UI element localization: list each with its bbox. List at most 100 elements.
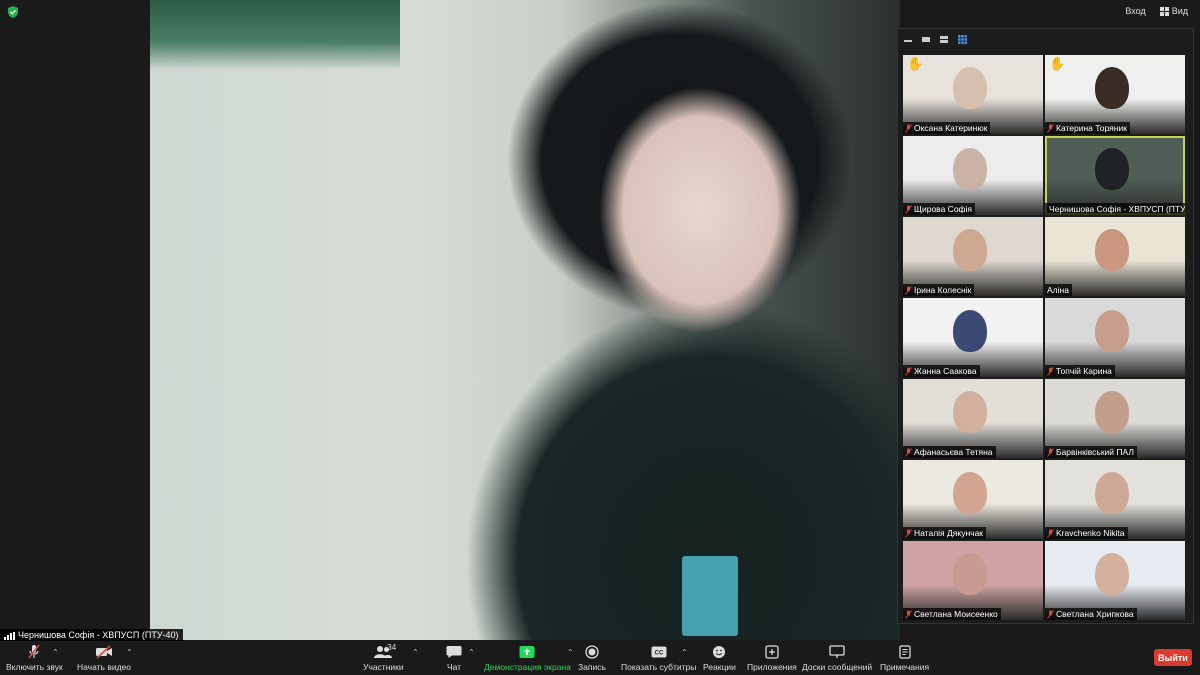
participant-name-label: Ірина Колеснік bbox=[903, 284, 975, 296]
participants-options-caret-icon[interactable]: ⌃ bbox=[412, 648, 419, 657]
participant-tile[interactable]: ✋ Катерина Торяник bbox=[1045, 55, 1185, 134]
participant-name-label: Наталія Дякунчак bbox=[903, 527, 987, 539]
chat-options-caret-icon[interactable]: ⌃ bbox=[468, 648, 475, 657]
notes-button[interactable]: Примечания bbox=[880, 644, 929, 672]
participant-video-face bbox=[1095, 148, 1129, 190]
participant-tile[interactable]: Барвінківський ПАЛ bbox=[1045, 379, 1185, 458]
muted-mic-icon bbox=[1047, 447, 1054, 457]
whiteboards-button[interactable]: Доски сообщений bbox=[802, 644, 872, 672]
chat-label: Чат bbox=[446, 662, 462, 672]
participant-tile[interactable]: Ірина Колеснік bbox=[903, 217, 1043, 296]
security-shield-icon[interactable] bbox=[6, 5, 20, 19]
participant-tile[interactable]: Топчій Карина bbox=[1045, 298, 1185, 377]
signal-strength-icon bbox=[4, 631, 15, 640]
participant-video-face bbox=[1095, 229, 1129, 271]
participant-video-face bbox=[953, 67, 987, 109]
participant-name-label: Светлана Моисеенко bbox=[903, 608, 1001, 620]
participant-name: Жанна Саакова bbox=[914, 366, 977, 376]
muted-mic-icon bbox=[905, 123, 912, 133]
participant-name-label: Щирова Софія bbox=[903, 203, 976, 215]
muted-mic-icon bbox=[905, 447, 912, 457]
muted-mic-icon bbox=[905, 204, 912, 214]
signin-label: Вход bbox=[1125, 6, 1146, 16]
audio-options-caret-icon[interactable]: ⌃ bbox=[52, 648, 59, 657]
participant-name: Аліна bbox=[1047, 285, 1069, 295]
microphone-muted-icon bbox=[28, 644, 40, 659]
participant-video-face bbox=[953, 391, 987, 433]
participants-label: Участники bbox=[363, 662, 404, 672]
leave-meeting-button[interactable]: Выйти bbox=[1154, 649, 1192, 666]
view-button[interactable]: Вид bbox=[1159, 6, 1188, 16]
muted-mic-icon bbox=[905, 528, 912, 538]
participant-name: Наталія Дякунчак bbox=[914, 528, 984, 538]
participant-name: Ірина Колеснік bbox=[914, 285, 972, 295]
share-screen-icon bbox=[519, 646, 535, 658]
captions-options-caret-icon[interactable]: ⌃ bbox=[681, 648, 688, 657]
raised-hand-icon: ✋ bbox=[1049, 56, 1066, 71]
raised-hand-icon: ✋ bbox=[907, 56, 924, 71]
captions-label: Показать субтитры bbox=[621, 662, 697, 672]
apps-button[interactable]: Приложения bbox=[747, 644, 797, 672]
speaker-strip-icon[interactable] bbox=[922, 36, 930, 42]
muted-mic-icon bbox=[1047, 123, 1054, 133]
whiteboard-icon bbox=[829, 645, 845, 658]
participant-name: Барвінківський ПАЛ bbox=[1056, 447, 1134, 457]
notes-label: Примечания bbox=[880, 662, 930, 672]
signin-button[interactable]: Вход bbox=[1125, 6, 1145, 16]
record-button[interactable]: Запись bbox=[578, 644, 606, 672]
gallery-panel: ✋ Оксана Катеринюк ✋ Катерина Торяник Щирова… bbox=[897, 28, 1194, 624]
participant-tile[interactable]: Афанасьєва Тетяна bbox=[903, 379, 1043, 458]
unmute-label: Включить звук bbox=[6, 662, 63, 672]
start-video-button[interactable]: Начать видео bbox=[77, 644, 131, 672]
participant-name: Оксана Катеринюк bbox=[914, 123, 988, 133]
participants-button[interactable]: 34 Участники bbox=[363, 643, 404, 672]
participant-tile[interactable]: Светлана Хрипкова bbox=[1045, 541, 1185, 620]
view-label: Вид bbox=[1171, 6, 1188, 16]
participant-name-label: Аліна bbox=[1045, 284, 1072, 296]
participant-tile[interactable]: Чернишова Софія - ХВПУСП (ПТУ-... bbox=[1045, 136, 1185, 215]
video-options-caret-icon[interactable]: ⌃ bbox=[126, 648, 133, 657]
participant-tile[interactable]: Жанна Саакова bbox=[903, 298, 1043, 377]
participants-count: 34 bbox=[387, 643, 397, 652]
participant-video-face bbox=[1095, 67, 1129, 109]
active-speaker-video[interactable] bbox=[150, 0, 900, 640]
record-icon bbox=[585, 645, 599, 659]
participant-name-label: Kravchenko Nikita bbox=[1045, 527, 1128, 539]
reactions-button[interactable]: Реакции bbox=[703, 644, 736, 672]
participant-tile[interactable]: Светлана Моисеенко bbox=[903, 541, 1043, 620]
chat-button[interactable]: Чат bbox=[444, 644, 464, 672]
share-options-caret-icon[interactable]: ⌃ bbox=[567, 648, 574, 657]
muted-mic-icon bbox=[1047, 528, 1054, 538]
svg-text:CC: CC bbox=[654, 651, 663, 657]
stacked-view-icon[interactable] bbox=[940, 35, 948, 43]
start-video-label: Начать видео bbox=[77, 662, 132, 672]
chat-bubble-icon bbox=[446, 646, 462, 658]
participant-video-face bbox=[1095, 472, 1129, 514]
muted-mic-icon bbox=[1047, 366, 1054, 376]
participant-video-face bbox=[1095, 553, 1129, 595]
minimize-icon[interactable] bbox=[904, 40, 912, 42]
participant-name: Щирова Софія bbox=[914, 204, 973, 214]
meeting-toolbar: Включить звук ⌃ Начать видео ⌃ 34 Участн… bbox=[0, 641, 1200, 675]
participant-video-face bbox=[1095, 310, 1129, 352]
participant-tile[interactable]: ✋ Оксана Катеринюк bbox=[903, 55, 1043, 134]
participant-name-label: Катерина Торяник bbox=[1045, 122, 1130, 134]
participant-name: Kravchenko Nikita bbox=[1056, 528, 1125, 538]
participant-grid: ✋ Оксана Катеринюк ✋ Катерина Торяник Щирова… bbox=[903, 55, 1185, 620]
reactions-label: Реакции bbox=[703, 662, 736, 672]
apps-icon bbox=[765, 645, 779, 659]
participant-name: Светлана Моисеенко bbox=[914, 609, 998, 619]
participant-tile[interactable]: Щирова Софія bbox=[903, 136, 1043, 215]
name-badge-image bbox=[682, 556, 738, 636]
participant-name-label: Оксана Катеринюк bbox=[903, 122, 991, 134]
background-plant bbox=[150, 0, 400, 70]
participant-tile[interactable]: Аліна bbox=[1045, 217, 1185, 296]
gallery-view-switcher bbox=[898, 29, 1193, 49]
participant-name: Афанасьєва Тетяна bbox=[914, 447, 993, 457]
participant-tile[interactable]: Kravchenko Nikita bbox=[1045, 460, 1185, 539]
header-actions: Вход Вид bbox=[1125, 6, 1188, 16]
share-screen-button[interactable]: Демонстрация экрана bbox=[484, 644, 571, 672]
participant-tile[interactable]: Наталія Дякунчак bbox=[903, 460, 1043, 539]
video-off-icon bbox=[96, 645, 112, 659]
gallery-grid-icon[interactable] bbox=[958, 34, 967, 44]
